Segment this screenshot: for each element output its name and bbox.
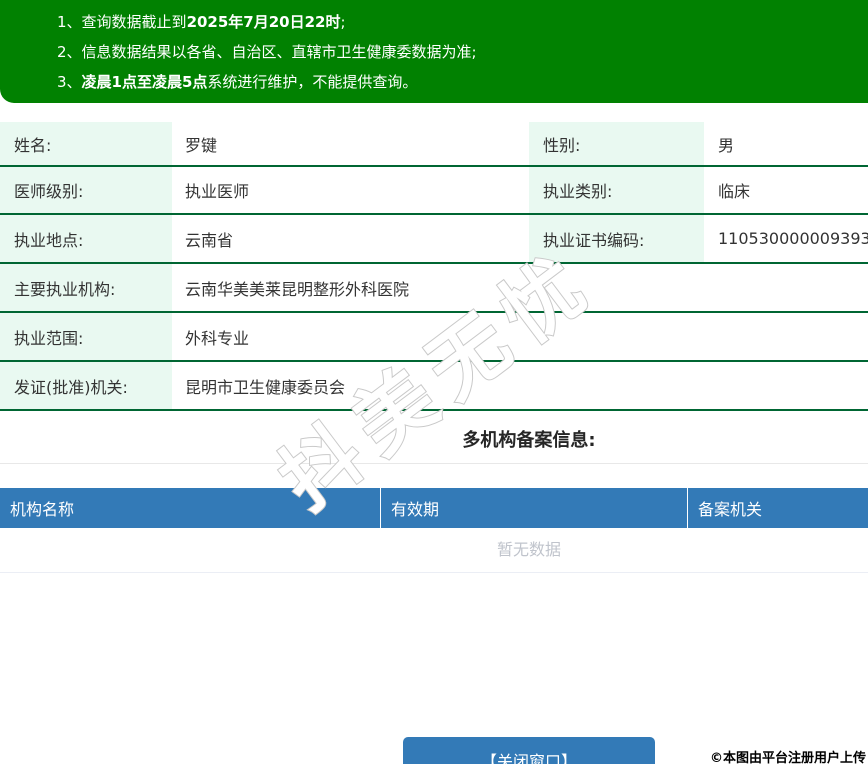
doctor-level-label: 医师级别: (0, 167, 172, 213)
practice-location-label: 执业地点: (0, 215, 172, 262)
practice-location-value: 云南省 (185, 230, 234, 250)
notice-line-3-bold: 凌晨1点至凌晨5点 (81, 73, 208, 91)
info-row-issuing-authority: 发证(批准)机关: 昆明市卫生健康委员会 (0, 362, 868, 411)
info-row-name-gender: 姓名: 罗键 性别: 男 (0, 122, 868, 167)
notice-line-2-number: 2、 (57, 43, 82, 61)
issuing-authority-value: 昆明市卫生健康委员会 (185, 377, 346, 397)
main-institution-label: 主要执业机构: (0, 264, 172, 311)
records-header-filing-authority: 备案机关 (698, 500, 763, 519)
notice-line-1-suffix: ; (340, 13, 346, 31)
notice-line-2: 2、信息数据结果以各省、自治区、直辖市卫生健康委数据为准; (57, 37, 868, 67)
empty-data-text: 暂无数据 (0, 528, 868, 573)
content-area: 1、查询数据截止到2025年7月20日22时; 2、信息数据结果以各省、自治区、… (0, 0, 868, 764)
notice-line-1-number: 1、 (57, 13, 82, 31)
notice-line-3-number: 3、 (57, 73, 82, 91)
records-header-validity-period: 有效期 (381, 488, 688, 528)
practice-category-label: 执业类别: (529, 167, 704, 213)
name-label: 姓名: (0, 122, 172, 165)
gender-label: 性别: (529, 122, 704, 165)
notice-line-1: 1、查询数据截止到2025年7月20日22时; (57, 7, 868, 37)
info-row-level-category: 医师级别: 执业医师 执业类别: 临床 (0, 167, 868, 215)
multi-institution-heading: 多机构备案信息: (462, 430, 596, 451)
records-table-header: 机构名称 有效期 备案机关 (0, 488, 868, 528)
attribution-text: ©本图由平台注册用户上传 (709, 751, 866, 764)
notice-line-2-text: 信息数据结果以各省、自治区、直辖市卫生健康委数据为准; (81, 43, 477, 61)
practice-scope-label: 执业范围: (0, 313, 172, 360)
close-window-button[interactable]: 【关闭窗口】 (403, 737, 655, 764)
notice-line-3-suffix: 系统进行维护，不能提供查询。 (207, 73, 418, 91)
issuing-authority-label: 发证(批准)机关: (0, 362, 172, 409)
gender-value: 男 (718, 135, 735, 155)
name-value: 罗键 (185, 135, 218, 155)
notice-line-1-text: 查询数据截止到 (81, 13, 187, 31)
section-divider (0, 463, 868, 464)
practice-category-value: 临床 (718, 182, 751, 201)
records-table: 机构名称 有效期 备案机关 暂无数据 (0, 488, 868, 573)
info-row-practice-scope: 执业范围: 外科专业 (0, 313, 868, 362)
certificate-number-label: 执业证书编码: (529, 215, 704, 262)
notice-line-1-bold: 2025年7月20日22时 (186, 13, 341, 31)
practice-scope-value: 外科专业 (185, 328, 250, 348)
page: 1、查询数据截止到2025年7月20日22时; 2、信息数据结果以各省、自治区、… (0, 0, 868, 764)
doctor-level-value: 执业医师 (185, 182, 250, 201)
info-row-location-certificate: 执业地点: 云南省 执业证书编码: 110530000009393 (0, 215, 868, 264)
practitioner-info-table: 姓名: 罗键 性别: 男 医师级别: 执业医师 执业类别: 临床 执业地点: 云… (0, 122, 868, 411)
records-header-institution-name: 机构名称 (0, 488, 381, 528)
info-row-main-institution: 主要执业机构: 云南华美美莱昆明整形外科医院 (0, 264, 868, 313)
notice-banner: 1、查询数据截止到2025年7月20日22时; 2、信息数据结果以各省、自治区、… (0, 0, 868, 103)
notice-line-3: 3、凌晨1点至凌晨5点系统进行维护，不能提供查询。 (57, 67, 868, 97)
certificate-number-value: 110530000009393 (718, 229, 868, 248)
main-institution-value: 云南华美美莱昆明整形外科医院 (185, 279, 410, 299)
